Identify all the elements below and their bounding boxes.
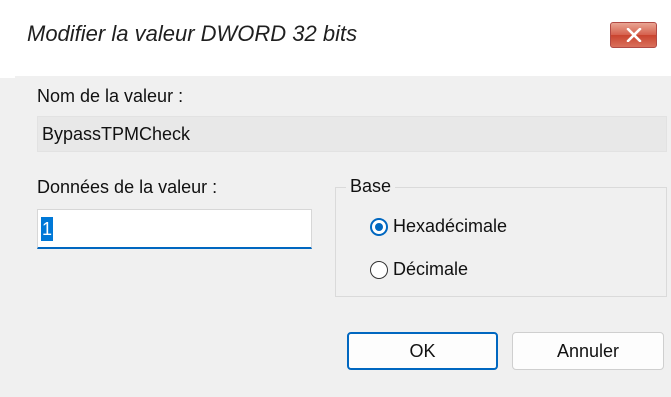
value-name-field: BypassTPMCheck bbox=[37, 116, 667, 152]
base-groupbox bbox=[335, 187, 667, 297]
radio-hexadecimal-label: Hexadécimale bbox=[393, 216, 508, 236]
radio-unchecked-icon bbox=[370, 260, 388, 279]
dialog-content: Nom de la valeur : BypassTPMCheck Donnée… bbox=[15, 76, 671, 397]
base-legend: Base bbox=[346, 176, 396, 197]
value-name-text: BypassTPMCheck bbox=[42, 124, 191, 144]
close-button[interactable] bbox=[610, 22, 657, 48]
close-x-icon bbox=[626, 28, 641, 42]
title-bar[interactable]: Modifier la valeur DWORD 32 bits bbox=[0, 0, 671, 78]
radio-checked-icon bbox=[370, 217, 388, 236]
ok-button[interactable]: OK bbox=[347, 332, 498, 370]
radio-hexadecimal[interactable]: Hexadécimale bbox=[370, 216, 507, 237]
window-title: Modifier la valeur DWORD 32 bits bbox=[27, 21, 358, 46]
dword-edit-dialog: Modifier la valeur DWORD 32 bits Nom de … bbox=[0, 0, 671, 397]
cancel-button[interactable]: Annuler bbox=[512, 332, 664, 370]
radio-decimal[interactable]: Décimale bbox=[370, 259, 468, 280]
value-data-input[interactable]: 1 bbox=[37, 209, 312, 249]
value-data-label: Données de la valeur : bbox=[37, 177, 218, 197]
radio-decimal-label: Décimale bbox=[393, 259, 469, 279]
value-data-text: 1 bbox=[41, 217, 54, 241]
value-name-label: Nom de la valeur : bbox=[37, 86, 184, 106]
